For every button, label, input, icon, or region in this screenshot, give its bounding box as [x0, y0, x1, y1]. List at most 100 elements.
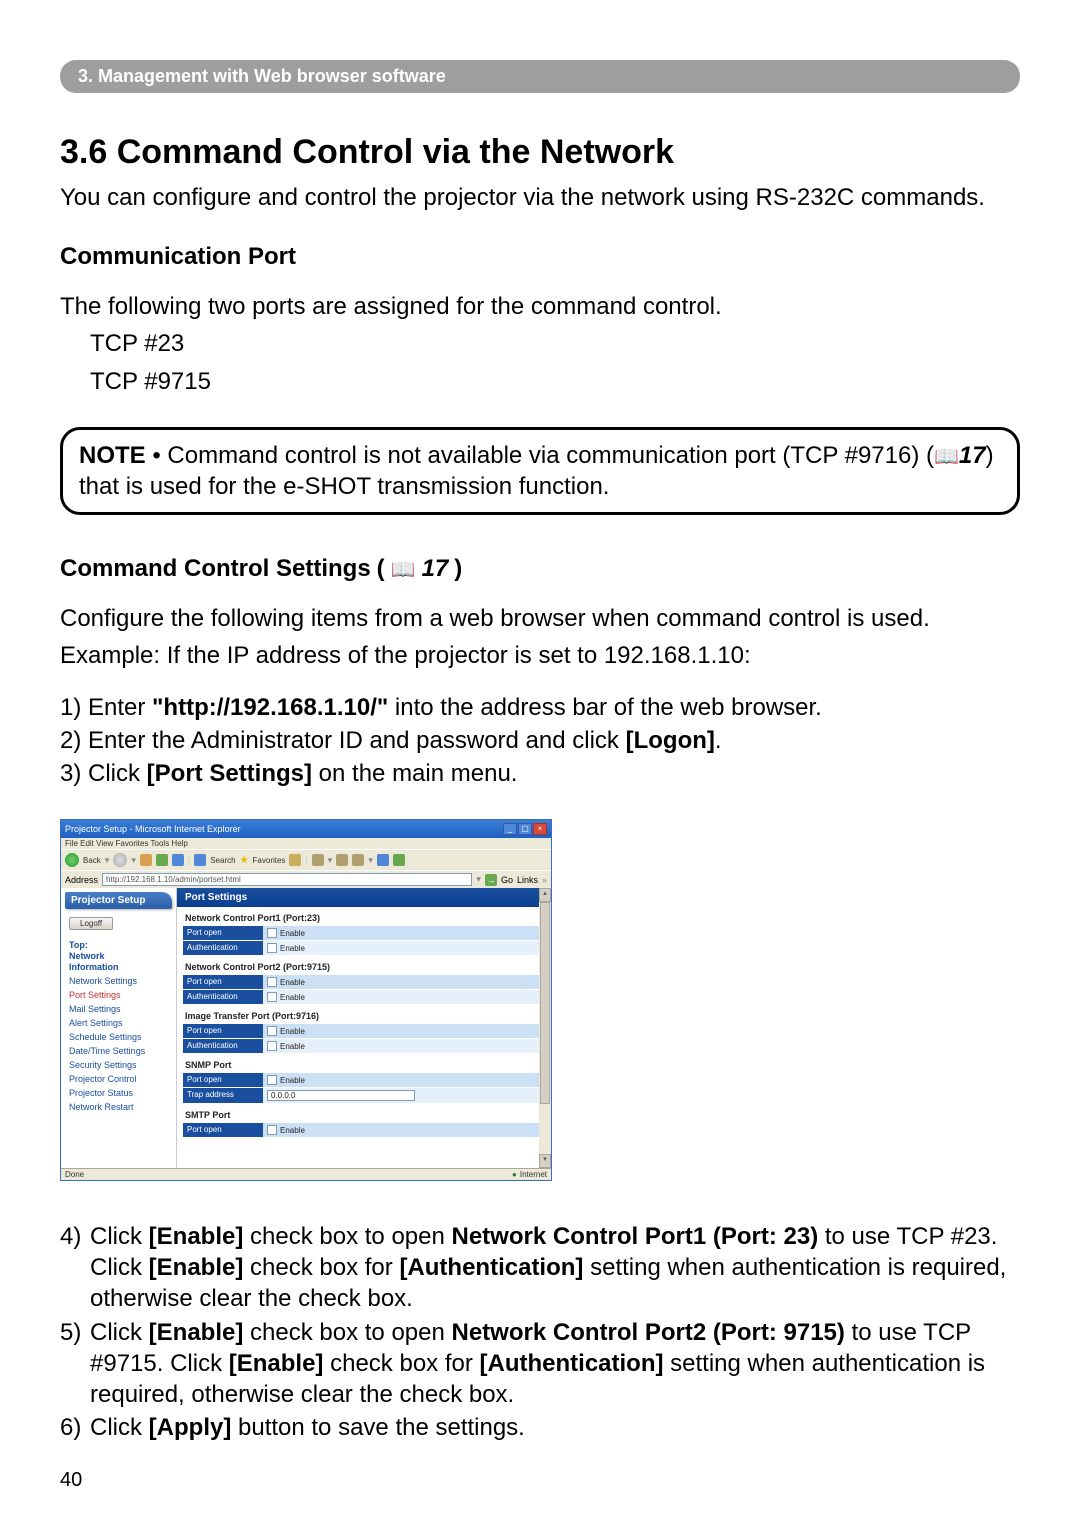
note-box: NOTE • Command control is not available …: [60, 427, 1020, 515]
t: [Apply]: [149, 1414, 232, 1441]
label-trap: Trap address: [183, 1088, 263, 1103]
note-paren-close: ): [986, 442, 994, 469]
checkbox[interactable]: [267, 1125, 277, 1135]
row-ncport1-open: Port open Enable: [183, 926, 545, 940]
enable-text: Enable: [280, 1076, 305, 1085]
chapter-header: 3. Management with Web browser software: [60, 60, 1020, 93]
row-imgport-open: Port open Enable: [183, 1024, 545, 1038]
go-button[interactable]: →: [485, 874, 497, 886]
step-4: 4) Click [Enable] check box to open Netw…: [60, 1221, 1020, 1315]
label-auth: Authentication: [183, 1039, 263, 1053]
refresh-icon[interactable]: [156, 854, 168, 866]
row-imgport-auth: Authentication Enable: [183, 1039, 545, 1053]
main-panel-header: Port Settings: [177, 888, 551, 907]
sidebar-information-label: Information: [69, 962, 119, 972]
maximize-icon[interactable]: ▢: [518, 823, 532, 835]
sidebar-item-alert-settings[interactable]: Alert Settings: [61, 1016, 176, 1030]
value-enable: Enable: [263, 975, 545, 989]
forward-icon[interactable]: [113, 853, 127, 867]
scroll-thumb[interactable]: [540, 902, 550, 1104]
close-icon[interactable]: ×: [533, 823, 547, 835]
step-5: 5) Click [Enable] check box to open Netw…: [60, 1317, 1020, 1411]
label-auth: Authentication: [183, 941, 263, 955]
sidebar-item-projector-status[interactable]: Projector Status: [61, 1086, 176, 1100]
ie-titlebar: Projector Setup - Microsoft Internet Exp…: [61, 820, 551, 838]
logoff-button[interactable]: Logoff: [69, 917, 113, 930]
sidebar-top[interactable]: Top: Network Information: [61, 938, 176, 974]
note-bullet: •: [152, 442, 160, 469]
value-enable: Enable: [263, 1024, 545, 1038]
go-label: Go: [501, 875, 513, 885]
ie-addressbar: Address http://192.168.1.10/admin/portse…: [61, 870, 551, 888]
checkbox[interactable]: [267, 943, 277, 953]
label-port-open: Port open: [183, 926, 263, 940]
enable-text: Enable: [280, 1042, 305, 1051]
back-icon[interactable]: [65, 853, 79, 867]
minimize-icon[interactable]: _: [503, 823, 517, 835]
label-auth: Authentication: [183, 990, 263, 1004]
sidebar-item-projector-control[interactable]: Projector Control: [61, 1072, 176, 1086]
ccs-page-ref: 17: [422, 555, 449, 583]
links-label[interactable]: Links: [517, 875, 538, 885]
t: button to save the settings.: [231, 1414, 525, 1441]
globe-icon: ●: [512, 1170, 517, 1179]
t: Network Control Port1 (Port: 23): [452, 1223, 819, 1250]
ie-menubar[interactable]: File Edit View Favorites Tools Help: [61, 838, 551, 849]
tcp-port-23: TCP #23: [60, 328, 1020, 359]
checkbox[interactable]: [267, 1026, 277, 1036]
label-port-open: Port open: [183, 975, 263, 989]
t: [Enable]: [149, 1319, 244, 1346]
scroll-down-icon[interactable]: ▾: [539, 1154, 551, 1168]
sidebar-item-port-settings[interactable]: Port Settings: [61, 988, 176, 1002]
scrollbar[interactable]: ▴ ▾: [539, 888, 551, 1168]
checkbox[interactable]: [267, 928, 277, 938]
history-icon[interactable]: [289, 854, 301, 866]
enable-text: Enable: [280, 944, 305, 953]
step-6: 6) Click [Apply] button to save the sett…: [60, 1412, 1020, 1443]
search-label: Search: [210, 856, 235, 865]
url-field[interactable]: http://192.168.1.10/admin/portset.html: [102, 873, 472, 886]
checkbox[interactable]: [267, 1075, 277, 1085]
address-label: Address: [65, 875, 98, 885]
research-icon[interactable]: [393, 854, 405, 866]
step-3: 3) Click [Port Settings] on the main men…: [60, 758, 1020, 789]
sidebar-item-security-settings[interactable]: Security Settings: [61, 1058, 176, 1072]
scroll-up-icon[interactable]: ▴: [539, 888, 551, 902]
tcp-port-9715: TCP #9715: [60, 366, 1020, 397]
sidebar-item-mail-settings[interactable]: Mail Settings: [61, 1002, 176, 1016]
value-trap: 0.0.0.0: [263, 1088, 545, 1103]
print-icon[interactable]: [336, 854, 348, 866]
sidebar-network-label: Network: [69, 951, 105, 961]
note-page-ref: 17: [959, 442, 986, 469]
ie-window-title: Projector Setup - Microsoft Internet Exp…: [65, 824, 241, 834]
sidebar-item-network-settings[interactable]: Network Settings: [61, 974, 176, 988]
stop-icon[interactable]: [140, 854, 152, 866]
checkbox[interactable]: [267, 977, 277, 987]
ccs-heading: Command Control Settings: [60, 555, 371, 583]
ie-toolbar: Back ▾ ▾ | Search ★ Favorites | ▾ ▾: [61, 849, 551, 870]
sidebar-item-datetime-settings[interactable]: Date/Time Settings: [61, 1044, 176, 1058]
favorites-icon[interactable]: ★: [240, 855, 249, 866]
trap-address-input[interactable]: 0.0.0.0: [267, 1090, 415, 1101]
sidebar-item-schedule-settings[interactable]: Schedule Settings: [61, 1030, 176, 1044]
home-icon[interactable]: [172, 854, 184, 866]
t: [Authentication]: [480, 1350, 664, 1377]
discuss-icon[interactable]: [377, 854, 389, 866]
sidebar-item-network-restart[interactable]: Network Restart: [61, 1100, 176, 1114]
mail-icon[interactable]: [312, 854, 324, 866]
step5-num: 5): [60, 1317, 90, 1411]
t: check box to open: [243, 1319, 451, 1346]
label-port-open: Port open: [183, 1123, 263, 1137]
value-enable: Enable: [263, 1039, 545, 1053]
ie-statusbar: Done ●Internet: [61, 1168, 551, 1180]
ie-window-screenshot: Projector Setup - Microsoft Internet Exp…: [60, 819, 552, 1181]
search-icon[interactable]: [194, 854, 206, 866]
checkbox[interactable]: [267, 992, 277, 1002]
edit-icon[interactable]: [352, 854, 364, 866]
step3-pre: 3) Click: [60, 760, 147, 787]
step3-post: on the main menu.: [312, 760, 517, 787]
t: [Authentication]: [399, 1254, 583, 1281]
checkbox[interactable]: [267, 1041, 277, 1051]
ie-window-controls: _▢×: [502, 823, 547, 835]
ie-content-area: Projector Setup Logoff Top: Network Info…: [61, 888, 551, 1168]
